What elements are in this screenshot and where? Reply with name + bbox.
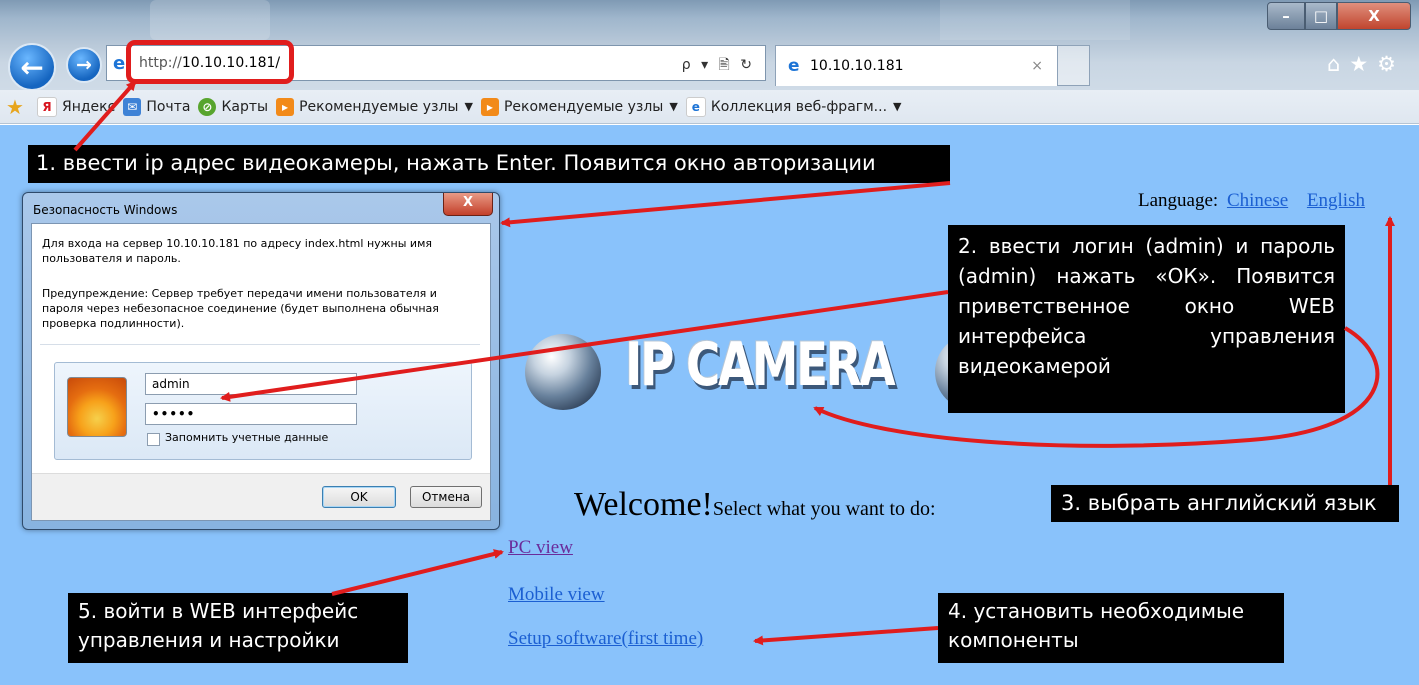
minimize-button[interactable]: – bbox=[1267, 2, 1305, 30]
forward-button[interactable]: → bbox=[66, 47, 102, 83]
favorites-bar: ★ Я Яндекс ✉ Почта ⊘ Карты ▸ Рекомендуемые у… bbox=[0, 90, 1419, 124]
back-button[interactable]: ← bbox=[8, 43, 56, 91]
pc-view-link[interactable]: PC view bbox=[508, 537, 573, 559]
language-selector: Language: Chinese English bbox=[1138, 190, 1365, 212]
favorite-item[interactable]: ▸ Рекомендуемые узлы ▼ bbox=[480, 97, 678, 116]
annotation-step-5: 5. войти в WEB интерфейс управления и на… bbox=[68, 593, 408, 663]
mail-icon: ✉ bbox=[123, 97, 142, 116]
back-arrow-icon: ← bbox=[20, 50, 44, 84]
remember-checkbox[interactable] bbox=[147, 433, 160, 446]
forward-arrow-icon: → bbox=[76, 54, 92, 76]
yandex-icon: Я bbox=[37, 96, 57, 117]
recommended-icon: ▸ bbox=[276, 97, 295, 116]
chevron-down-icon: ▼ bbox=[893, 100, 902, 113]
window-background bbox=[940, 0, 1130, 40]
tab-close-icon[interactable]: × bbox=[1031, 58, 1043, 74]
window-controls: – □ X bbox=[1267, 2, 1411, 30]
ie-icon: e bbox=[788, 56, 800, 76]
globe-icon bbox=[525, 334, 601, 410]
dialog-warning: Предупреждение: Сервер требует передачи … bbox=[42, 287, 439, 330]
tab-title: 10.10.10.181 bbox=[810, 58, 904, 74]
setup-software-link[interactable]: Setup software(first time) bbox=[508, 628, 703, 650]
dialog-footer: OK Отмена bbox=[32, 473, 490, 520]
favorite-item[interactable]: Я Яндекс bbox=[37, 96, 115, 117]
new-tab-button[interactable] bbox=[1058, 45, 1090, 86]
recommended-icon: ▸ bbox=[480, 97, 499, 116]
ok-button[interactable]: OK bbox=[322, 486, 396, 508]
ie-icon: e bbox=[113, 53, 126, 74]
chevron-down-icon: ▼ bbox=[464, 100, 473, 113]
address-highlight-box bbox=[126, 40, 294, 84]
maximize-button[interactable]: □ bbox=[1305, 2, 1337, 30]
password-field[interactable]: ••••• bbox=[145, 403, 357, 425]
language-chinese-link[interactable]: Chinese bbox=[1227, 190, 1288, 211]
remember-label: Запомнить учетные данные bbox=[165, 431, 329, 444]
language-label: Language: bbox=[1138, 190, 1219, 211]
favorite-item[interactable]: ⊘ Карты bbox=[198, 97, 268, 116]
close-window-button[interactable]: X bbox=[1337, 2, 1411, 30]
chevron-down-icon: ▼ bbox=[669, 100, 678, 113]
annotation-step-3: 3. выбрать английский язык bbox=[1051, 485, 1399, 522]
credential-tile: admin ••••• Запомнить учетные данные bbox=[54, 362, 472, 460]
favorites-star-icon[interactable]: ★ bbox=[6, 94, 29, 119]
favorite-item[interactable]: ✉ Почта bbox=[123, 97, 190, 116]
logo-text: IP CAMERA bbox=[625, 330, 896, 400]
welcome-heading: Welcome!Select what you want to do: bbox=[574, 486, 936, 523]
annotation-step-1: 1. ввести ip адрес видеокамеры, нажать E… bbox=[28, 145, 950, 183]
annotation-step-4: 4. установить необходимые компоненты bbox=[938, 593, 1284, 663]
favorite-item[interactable]: e Коллекция веб-фрагм... ▼ bbox=[685, 96, 902, 117]
cancel-button[interactable]: Отмена bbox=[410, 486, 482, 508]
windows-security-dialog: Безопасность Windows X Для входа на серв… bbox=[22, 192, 500, 530]
divider bbox=[40, 344, 480, 345]
ie-icon: e bbox=[685, 96, 706, 117]
username-field[interactable]: admin bbox=[145, 373, 357, 395]
search-refresh-icons[interactable]: ρ ▾ 🖹 ↻ bbox=[682, 54, 755, 78]
annotation-step-2: 2. ввести логин (admin) и пароль (admin)… bbox=[948, 225, 1345, 413]
language-english-link[interactable]: English bbox=[1307, 190, 1365, 211]
window-background bbox=[150, 0, 270, 40]
maps-icon: ⊘ bbox=[198, 97, 217, 116]
home-favorites-settings-icons[interactable]: ⌂★⚙ bbox=[1327, 52, 1405, 76]
dialog-close-button[interactable]: X bbox=[443, 193, 493, 216]
user-avatar-icon bbox=[67, 377, 127, 437]
dialog-title: Безопасность Windows bbox=[33, 203, 178, 217]
tab-active[interactable]: e 10.10.10.181 × bbox=[775, 45, 1058, 86]
dialog-body: Для входа на сервер 10.10.10.181 по адре… bbox=[31, 223, 491, 521]
favorite-item[interactable]: ▸ Рекомендуемые узлы ▼ bbox=[276, 97, 473, 116]
mobile-view-link[interactable]: Mobile view bbox=[508, 584, 605, 606]
dialog-message: Для входа на сервер 10.10.10.181 по адре… bbox=[42, 237, 432, 265]
star-icon: ★ bbox=[6, 94, 24, 119]
